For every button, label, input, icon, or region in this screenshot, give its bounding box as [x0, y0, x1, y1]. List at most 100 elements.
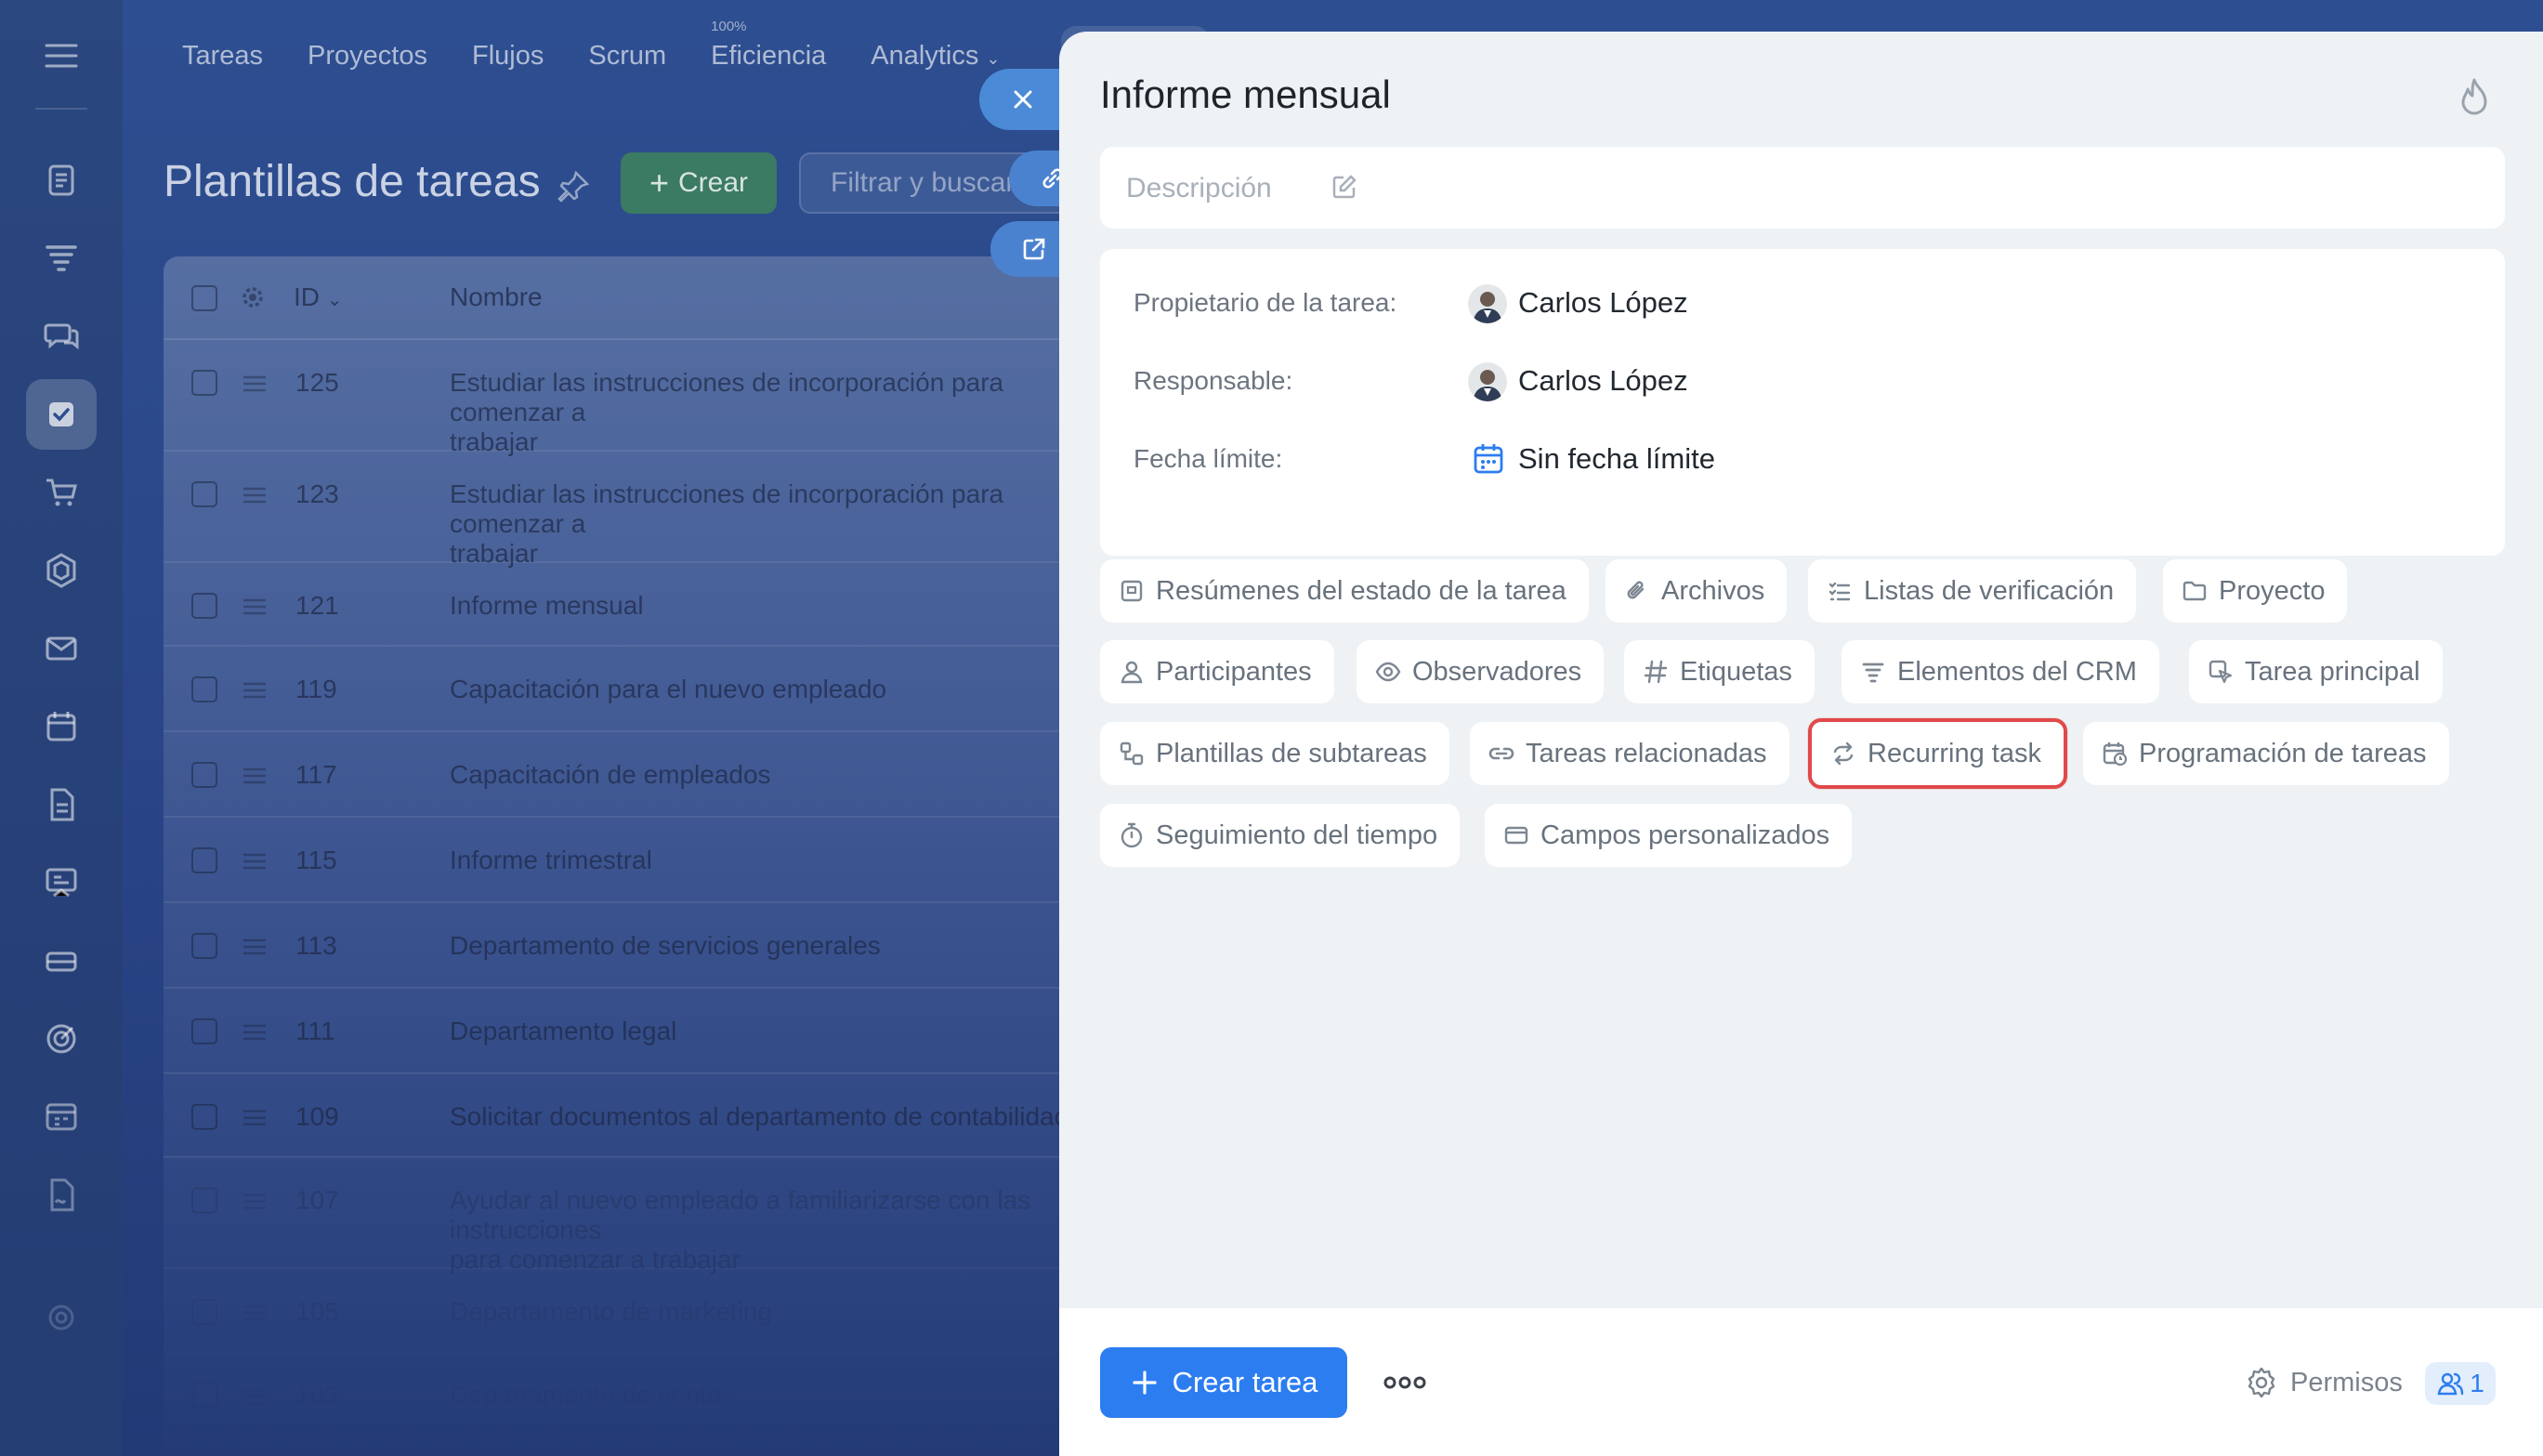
- avatar[interactable]: [1468, 284, 1507, 323]
- drag-handle-icon[interactable]: [242, 853, 268, 870]
- drag-handle-icon[interactable]: [242, 938, 268, 955]
- drag-handle-icon[interactable]: [242, 682, 268, 699]
- nav-flows[interactable]: Flujos: [472, 41, 544, 72]
- gear-icon[interactable]: [2245, 1366, 2278, 1399]
- crm-items-chip[interactable]: Elementos del CRM: [1842, 640, 2159, 703]
- table-row[interactable]: 109 Solicitar documentos al departamento …: [164, 1074, 1093, 1158]
- row-name[interactable]: Informe mensual: [450, 591, 1091, 621]
- row-checkbox[interactable]: [191, 933, 217, 959]
- table-row[interactable]: 111 Departamento legal: [164, 989, 1093, 1074]
- row-checkbox[interactable]: [191, 1299, 217, 1325]
- nav-projects[interactable]: Proyectos: [308, 41, 427, 72]
- row-name[interactable]: Departamento de ventas: [450, 1381, 1091, 1410]
- avatar[interactable]: [1468, 362, 1507, 401]
- select-all-checkbox[interactable]: [191, 285, 217, 311]
- nav-tasks[interactable]: Tareas: [182, 41, 263, 72]
- name-column-header[interactable]: Nombre: [450, 282, 543, 312]
- row-checkbox[interactable]: [191, 370, 217, 396]
- panel-title[interactable]: Informe mensual: [1100, 72, 1391, 117]
- row-name[interactable]: Capacitación para el nuevo empleado: [450, 675, 1091, 704]
- row-checkbox[interactable]: [191, 762, 217, 788]
- calendar-icon[interactable]: [37, 702, 85, 751]
- project-chip[interactable]: Proyecto: [2163, 559, 2348, 623]
- settings-icon[interactable]: [37, 1293, 85, 1342]
- row-checkbox[interactable]: [191, 847, 217, 873]
- row-name[interactable]: Solicitar documentos al departamento de …: [450, 1102, 1091, 1132]
- shop-cart-icon[interactable]: [37, 468, 85, 517]
- signature-document-icon[interactable]: [37, 1171, 85, 1219]
- id-column-header[interactable]: ID ⌄: [294, 282, 343, 312]
- nav-analytics[interactable]: Analytics ⌄: [871, 41, 1000, 72]
- feed-icon[interactable]: [37, 156, 85, 204]
- time-tracking-chip[interactable]: Seguimiento del tiempo: [1100, 804, 1461, 867]
- table-row[interactable]: 119 Capacitación para el nuevo empleado: [164, 647, 1093, 732]
- observers-chip[interactable]: Observadores: [1357, 640, 1605, 703]
- custom-fields-chip[interactable]: Campos personalizados: [1485, 804, 1853, 867]
- permissions-users-badge[interactable]: 1: [2425, 1362, 2496, 1405]
- row-name[interactable]: Departamento de marketing: [450, 1297, 1091, 1327]
- table-row[interactable]: 113 Departamento de servicios generales: [164, 903, 1093, 989]
- row-checkbox[interactable]: [191, 676, 217, 702]
- tasks-icon[interactable]: [26, 379, 97, 450]
- drag-handle-icon[interactable]: [242, 767, 268, 784]
- row-name[interactable]: Estudiar las instrucciones de incorporac…: [450, 479, 1091, 569]
- subtask-templates-chip[interactable]: Plantillas de subtareas: [1100, 722, 1449, 785]
- create-task-button[interactable]: Crear tarea: [1100, 1347, 1347, 1418]
- table-row[interactable]: 123 Estudiar las instrucciones de incorpo…: [164, 452, 1093, 568]
- participants-chip[interactable]: Participantes: [1100, 640, 1334, 703]
- drag-handle-icon[interactable]: [242, 598, 268, 615]
- table-row[interactable]: 121 Informe mensual: [164, 563, 1093, 647]
- more-options-icon[interactable]: [1383, 1368, 1427, 1397]
- row-name[interactable]: Informe trimestral: [450, 846, 1091, 875]
- sites-hexagon-icon[interactable]: [37, 546, 85, 595]
- planner-icon[interactable]: [37, 1093, 85, 1141]
- row-checkbox[interactable]: [191, 1383, 217, 1409]
- tags-chip[interactable]: Etiquetas: [1624, 640, 1815, 703]
- nav-efficiency[interactable]: 100% Eficiencia: [711, 19, 826, 72]
- deadline-value[interactable]: Sin fecha límite: [1518, 442, 1715, 476]
- owner-value[interactable]: Carlos López: [1518, 286, 1688, 320]
- drag-handle-icon[interactable]: [242, 375, 268, 392]
- table-row[interactable]: 117 Capacitación de empleados: [164, 732, 1093, 818]
- related-tasks-chip[interactable]: Tareas relacionadas: [1470, 722, 1789, 785]
- row-name[interactable]: Estudiar las instrucciones de incorporac…: [450, 368, 1091, 457]
- drag-handle-icon[interactable]: [242, 1388, 268, 1405]
- checklists-chip[interactable]: Listas de verificación: [1808, 559, 2137, 623]
- files-chip[interactable]: Archivos: [1606, 559, 1788, 623]
- drag-handle-icon[interactable]: [242, 1024, 268, 1041]
- drag-handle-icon[interactable]: [242, 1193, 268, 1210]
- table-row[interactable]: 107 Ayudar al nuevo empleado a familiariz…: [164, 1158, 1093, 1274]
- row-name[interactable]: Departamento de servicios generales: [450, 931, 1091, 961]
- row-checkbox[interactable]: [191, 593, 217, 619]
- task-scheduling-chip[interactable]: Programación de tareas: [2083, 722, 2449, 785]
- drag-handle-icon[interactable]: [242, 487, 268, 504]
- presentation-icon[interactable]: [37, 859, 85, 907]
- row-checkbox[interactable]: [191, 1018, 217, 1044]
- responsible-value[interactable]: Carlos López: [1518, 364, 1688, 398]
- status-summaries-chip[interactable]: Resúmenes del estado de la tarea: [1100, 559, 1589, 623]
- target-icon[interactable]: [37, 1015, 85, 1063]
- table-row[interactable]: 125 Estudiar las instrucciones de incorpo…: [164, 340, 1093, 456]
- menu-icon[interactable]: [45, 43, 78, 69]
- table-row[interactable]: 103 Departamento de ventas: [164, 1353, 1093, 1436]
- mail-icon[interactable]: [37, 624, 85, 673]
- document-icon[interactable]: [37, 780, 85, 829]
- gear-icon[interactable]: [238, 282, 268, 312]
- create-template-button[interactable]: + Crear: [621, 152, 777, 214]
- parent-task-chip[interactable]: Tarea principal: [2189, 640, 2443, 703]
- table-row[interactable]: 115 Informe trimestral: [164, 818, 1093, 903]
- table-row[interactable]: 105 Departamento de marketing: [164, 1269, 1093, 1353]
- drag-handle-icon[interactable]: [242, 1305, 268, 1321]
- storage-icon[interactable]: [37, 937, 85, 985]
- drag-handle-icon[interactable]: [242, 1109, 268, 1126]
- row-checkbox[interactable]: [191, 1187, 217, 1213]
- row-checkbox[interactable]: [191, 481, 217, 507]
- row-name[interactable]: Ayudar al nuevo empleado a familiarizars…: [450, 1186, 1091, 1275]
- recurring-task-chip[interactable]: Recurring task: [1808, 718, 2067, 789]
- pin-icon[interactable]: [557, 169, 591, 203]
- row-name[interactable]: Departamento legal: [450, 1017, 1091, 1046]
- crm-funnel-icon[interactable]: [37, 234, 85, 282]
- chat-icon[interactable]: [37, 312, 85, 361]
- description-field[interactable]: Descripción: [1100, 147, 2505, 229]
- nav-scrum[interactable]: Scrum: [588, 41, 666, 72]
